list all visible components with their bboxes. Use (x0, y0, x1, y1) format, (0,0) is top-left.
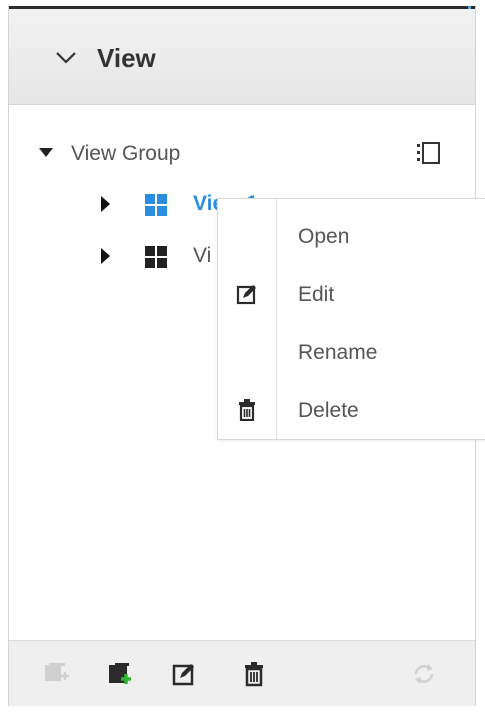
menu-item-open[interactable]: Open (218, 209, 485, 267)
menu-item-label: Open (298, 225, 350, 248)
menu-item-delete[interactable]: Delete (218, 383, 485, 441)
edit-icon (236, 285, 256, 305)
refresh-icon[interactable] (411, 661, 437, 687)
menu-item-label: Edit (298, 283, 335, 306)
tree-item-label: Vi (193, 244, 212, 267)
footer-toolbar (9, 640, 475, 706)
menu-item-label: Rename (298, 341, 378, 364)
panel-title: View (97, 43, 156, 73)
context-menu: Open Edit Rename Delete (217, 198, 485, 440)
add-group-icon[interactable] (43, 661, 69, 687)
trash-icon[interactable] (241, 661, 267, 687)
menu-item-label: Delete (298, 399, 359, 422)
menu-item-rename[interactable]: Rename (218, 325, 485, 383)
menu-item-edit[interactable]: Edit (218, 267, 485, 325)
trash-icon (239, 399, 255, 421)
panel-header[interactable]: View (9, 9, 475, 105)
caret-right-icon[interactable] (101, 248, 111, 264)
edit-icon[interactable] (171, 661, 197, 687)
caret-right-icon[interactable] (101, 196, 111, 212)
add-view-icon[interactable] (107, 661, 133, 687)
caret-down-icon[interactable] (39, 148, 53, 158)
chevron-down-icon[interactable] (55, 49, 77, 65)
tree-group-row[interactable]: View Group (9, 134, 475, 174)
tree-group-label: View Group (71, 142, 181, 165)
view-grid-icon (145, 246, 167, 268)
view-grid-icon (145, 194, 167, 216)
list-view-icon[interactable] (415, 140, 441, 166)
